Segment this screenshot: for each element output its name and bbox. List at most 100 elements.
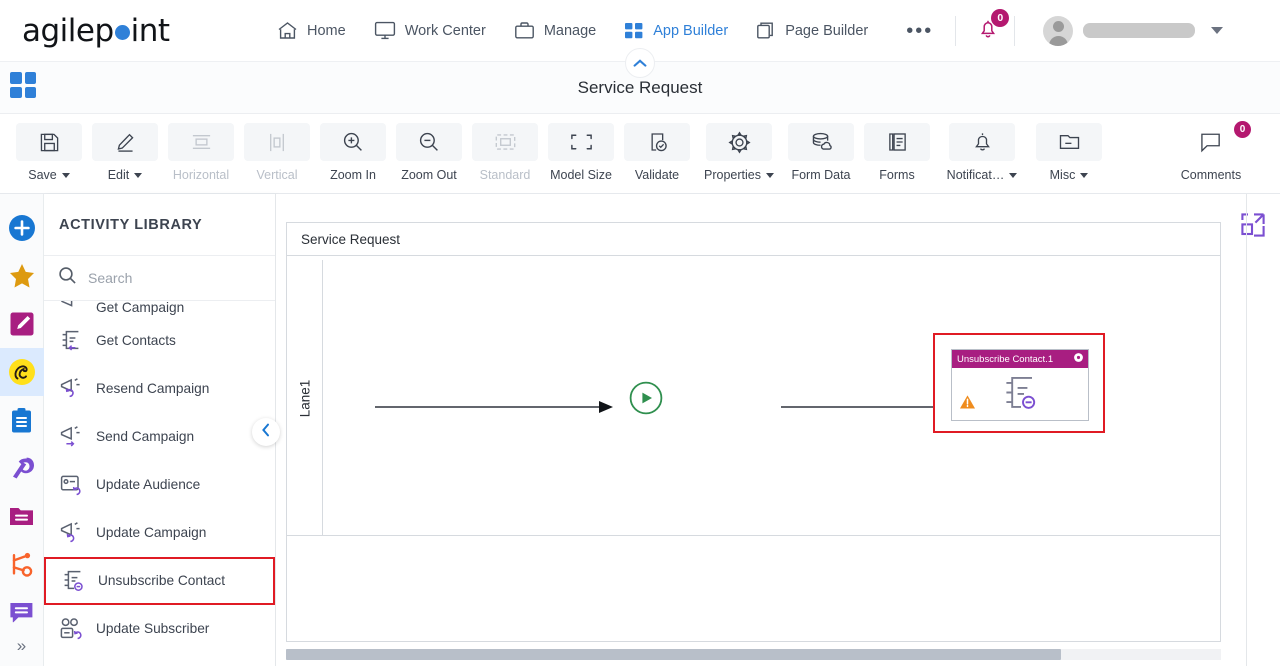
briefcase-icon: [514, 21, 535, 40]
apps-grid-icon[interactable]: [10, 72, 36, 98]
app-root: agilep int Home Work Center Manage App B…: [0, 0, 1280, 666]
page-title-bar: Service Request: [0, 48, 1280, 114]
agilepoint-logo[interactable]: agilep int: [22, 11, 182, 51]
standard-size-button[interactable]: Standard: [468, 123, 542, 182]
chevron-down-icon[interactable]: [1211, 27, 1224, 34]
list-item-unsubscribe-contact[interactable]: Unsubscribe Contact: [44, 557, 275, 605]
nav-item-work-center[interactable]: Work Center: [374, 21, 486, 40]
user-menu[interactable]: [1043, 15, 1224, 46]
nav-item-home[interactable]: Home: [277, 21, 346, 40]
hubspot-icon[interactable]: [0, 540, 44, 588]
clipboard-icon[interactable]: [0, 396, 44, 444]
comments-badge: 0: [1234, 121, 1251, 138]
list-item-label: Resend Campaign: [96, 380, 210, 396]
collapse-panel-button[interactable]: [252, 418, 280, 446]
chevron-down-icon[interactable]: [1080, 172, 1089, 178]
user-name-redacted: [1083, 23, 1196, 38]
list-item-label: Unsubscribe Contact: [98, 572, 226, 588]
pool-title: Service Request: [287, 223, 1220, 256]
list-item-get-contacts[interactable]: Get Contacts: [44, 317, 275, 365]
get-contacts-icon: [58, 328, 84, 354]
list-item-resend-campaign[interactable]: Resend Campaign: [44, 365, 275, 413]
activity-search-row[interactable]: [44, 256, 275, 301]
list-item-get-campaign[interactable]: Get Campaign: [44, 301, 275, 317]
chevron-down-icon[interactable]: [765, 172, 774, 178]
validate-icon: [624, 123, 690, 161]
properties-label: Properties: [704, 168, 761, 182]
swimlane: Lane1 Unsubscribe Contact.1: [287, 260, 1220, 536]
search-input[interactable]: [88, 270, 238, 286]
mailchimp-icon[interactable]: [0, 348, 44, 396]
activity-library-panel: ACTIVITY LIBRARY Get Campaign: [44, 194, 276, 666]
list-item-label: Update Audience: [96, 476, 201, 492]
nav-item-manage[interactable]: Manage: [514, 21, 596, 40]
horizontal-button[interactable]: Horizontal: [164, 123, 238, 182]
list-item-update-campaign[interactable]: Update Campaign: [44, 509, 275, 557]
list-item-update-audience[interactable]: Update Audience: [44, 461, 275, 509]
add-icon[interactable]: [0, 204, 44, 252]
form-data-button[interactable]: Form Data: [784, 123, 858, 182]
folder-icon[interactable]: [0, 492, 44, 540]
list-item-label: Update Campaign: [96, 524, 207, 540]
zoom-out-button[interactable]: Zoom Out: [392, 123, 466, 182]
rail-expand-button[interactable]: »: [17, 636, 26, 666]
logo-text-pre: agilep: [22, 12, 114, 49]
gear-icon[interactable]: [1073, 352, 1084, 366]
misc-label: Misc: [1049, 168, 1076, 182]
notifications-button[interactable]: Notificat…: [936, 123, 1028, 182]
model-size-button[interactable]: Model Size: [544, 123, 618, 182]
misc-button[interactable]: Misc: [1030, 123, 1108, 182]
process-canvas[interactable]: Service Request Lane1 Unsubscribe Contac…: [276, 194, 1280, 666]
zoom-in-button[interactable]: Zoom In: [316, 123, 390, 182]
more-menu-button[interactable]: •••: [906, 21, 933, 41]
notifications-button[interactable]: 0: [976, 8, 1010, 46]
flow-container: Unsubscribe Contact.1: [323, 260, 1220, 536]
update-subscriber-icon: [58, 616, 84, 642]
avatar: [1043, 15, 1074, 46]
canvas-right-edge: [1246, 194, 1247, 666]
process-pool: Service Request Lane1 Unsubscribe Contac…: [286, 222, 1221, 642]
properties-button[interactable]: Properties: [696, 123, 782, 182]
pages-icon: [756, 21, 776, 40]
list-item-label: Get Contacts: [96, 332, 176, 348]
comments-button[interactable]: 0 Comments: [1162, 121, 1260, 182]
monitor-icon: [374, 21, 396, 40]
home-icon: [277, 21, 298, 40]
notification-badge: 0: [991, 8, 1010, 27]
activity-highlight-box: Unsubscribe Contact.1: [933, 333, 1105, 433]
activity-list: Get Campaign Get Contacts Resend Campaig…: [44, 301, 275, 661]
save-button[interactable]: Save: [12, 123, 86, 182]
standard-size-icon: [472, 123, 538, 161]
nav-item-page-builder[interactable]: Page Builder: [756, 21, 868, 40]
constant-contact-icon[interactable]: [0, 444, 44, 492]
activity-library-header: ACTIVITY LIBRARY: [44, 194, 275, 256]
activity-node-title: Unsubscribe Contact.1: [957, 353, 1054, 365]
scrollbar-thumb[interactable]: [286, 649, 1061, 660]
resend-campaign-icon: [58, 376, 84, 402]
chevron-down-icon[interactable]: [134, 172, 143, 178]
gear-icon: [706, 123, 772, 161]
vertical-button[interactable]: Vertical: [240, 123, 314, 182]
chat-icon[interactable]: [0, 588, 44, 636]
nav-divider-1: [955, 15, 957, 46]
forms-button[interactable]: Forms: [860, 123, 934, 182]
favorites-star-icon[interactable]: [0, 252, 44, 300]
activity-node-unsubscribe-contact[interactable]: Unsubscribe Contact.1: [951, 349, 1089, 421]
bell-icon: [949, 123, 1015, 161]
list-item-update-subscriber[interactable]: Update Subscriber: [44, 605, 275, 653]
validate-button[interactable]: Validate: [620, 123, 694, 182]
start-event[interactable]: [629, 381, 663, 420]
nav-item-app-builder[interactable]: App Builder: [624, 21, 728, 40]
list-item-send-campaign[interactable]: Send Campaign: [44, 413, 275, 461]
chevron-down-icon[interactable]: [61, 172, 70, 178]
chevron-down-icon[interactable]: [1009, 172, 1018, 178]
edit-button[interactable]: Edit: [88, 123, 162, 182]
chevron-up-icon[interactable]: [625, 48, 655, 78]
edit-square-icon[interactable]: [0, 300, 44, 348]
canvas-horizontal-scrollbar[interactable]: [286, 649, 1221, 660]
horizontal-align-icon: [168, 123, 234, 161]
list-item-label: Update Subscriber: [96, 620, 210, 636]
expand-canvas-icon[interactable]: [1240, 212, 1266, 243]
logo-text: agilep int: [22, 13, 170, 49]
activity-node-header: Unsubscribe Contact.1: [952, 350, 1088, 368]
